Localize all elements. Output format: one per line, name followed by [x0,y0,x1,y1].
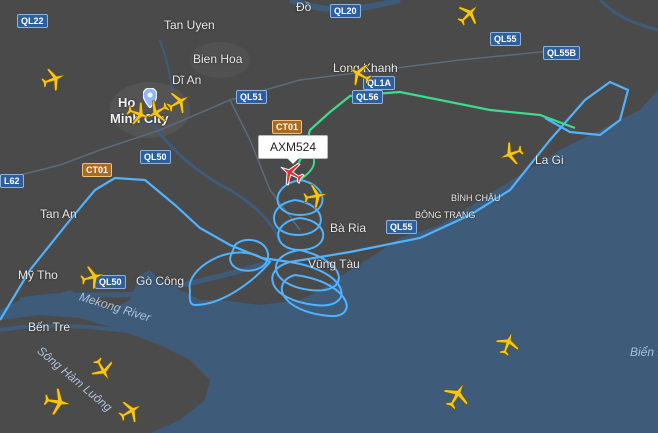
road-shield-ql22: QL22 [17,14,48,28]
flight-callout[interactable]: AXM524 [258,135,328,164]
place-dong: Đồ [296,0,312,14]
airplane-icon[interactable] [79,263,107,291]
road-shield-l62: L62 [0,174,24,188]
airplane-icon[interactable] [302,182,330,210]
place-tan-uyen: Tan Uyen [164,18,215,32]
road-shield-ql56: QL56 [352,90,383,104]
airplane-icon[interactable] [165,88,193,116]
airplane-icon[interactable] [497,140,525,168]
airplane-icon[interactable] [345,60,373,88]
airplane-icon[interactable] [40,65,68,93]
place-tan-an: Tan An [40,207,77,221]
place-bong-trang: BÔNG TRANG [415,210,476,220]
road-shield-ct01-north: CT01 [272,120,303,134]
place-ben-tre: Bến Tre [28,320,71,334]
road-shield-ql55b: QL55B [543,46,581,60]
place-ba-ria: Bà Ria [330,221,367,235]
place-my-tho: Mỹ Tho [18,268,58,282]
place-di-an: Dĩ An [172,73,202,87]
selected-airplane-icon[interactable] [277,159,305,187]
airplane-icon[interactable] [117,397,145,425]
place-bien-hoa: Bien Hoa [193,52,243,66]
road-shield-ql20: QL20 [330,4,361,18]
airplane-icon[interactable] [89,356,117,384]
road-shield-ql50-north: QL50 [140,150,171,164]
road-shield-ct01-west: CT01 [82,163,113,177]
sea-label-bien: Biển Đ [630,345,658,359]
flight-map[interactable]: Tan Uyen Bien Hoa Dĩ An Ho Minh City Lon… [0,0,658,433]
airplane-icon[interactable] [494,329,522,357]
road-shield-ql55-south: QL55 [386,220,417,234]
place-vung-tau: Vũng Tàu [308,257,360,271]
road-shield-ql55: QL55 [490,32,521,46]
place-binh-chau: BÌNH CHÂU [451,193,501,203]
airplane-icon[interactable] [455,0,483,28]
place-la-gi: La Gi [535,153,564,167]
airplane-icon[interactable] [441,379,473,411]
airplane-icon[interactable] [42,386,74,418]
road-shield-ql51: QL51 [236,90,267,104]
place-go-cong: Gò Công [136,274,185,288]
